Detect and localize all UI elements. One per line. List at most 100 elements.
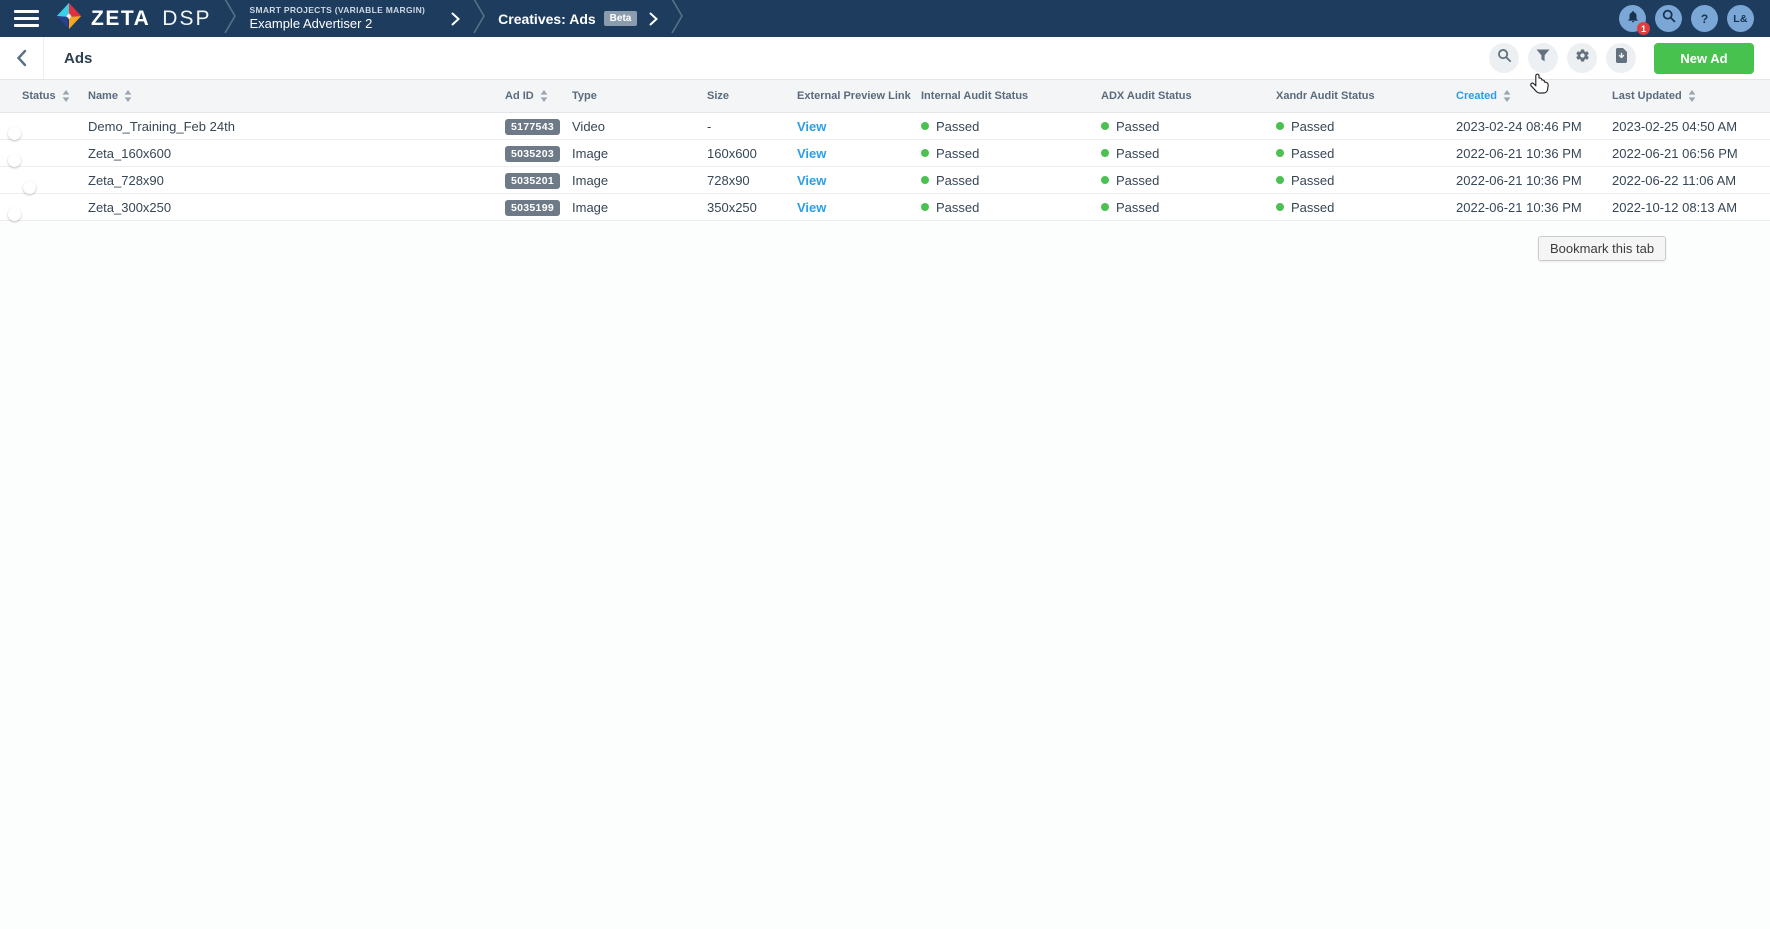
column-header-internal-audit-status: Internal Audit Status	[921, 90, 1101, 102]
column-header-adx-audit-status: ADX Audit Status	[1101, 90, 1276, 102]
search-icon	[1497, 48, 1512, 68]
section-chevron-right-icon[interactable]	[649, 12, 658, 26]
column-header-last-updated[interactable]: Last Updated	[1612, 90, 1770, 102]
breadcrumb-section[interactable]: Creatives: Ads Beta	[498, 11, 658, 27]
last-updated-date: 2022-10-12 08:13 AM	[1612, 200, 1770, 215]
adx-audit-status: Passed	[1101, 146, 1276, 161]
sort-icon	[124, 90, 132, 102]
user-avatar[interactable]: L&	[1727, 5, 1754, 32]
breadcrumb-project-label: SMART PROJECTS (VARIABLE MARGIN)	[249, 5, 425, 16]
table-body: Demo_Training_Feb 24th 5177543 Video - V…	[0, 113, 1770, 221]
table-row[interactable]: Zeta_300x250 5035199 Image 350x250 View …	[0, 194, 1770, 221]
last-updated-date: 2023-02-25 04:50 AM	[1612, 119, 1770, 134]
ad-type: Image	[572, 200, 707, 215]
page-toolbar: Ads New Ad	[0, 37, 1770, 80]
chevron-left-icon	[16, 49, 27, 67]
ad-size: 350x250	[707, 200, 797, 215]
status-dot-icon	[921, 203, 929, 211]
breadcrumb-advertiser[interactable]: SMART PROJECTS (VARIABLE MARGIN) Example…	[249, 5, 425, 32]
gear-icon	[1575, 48, 1590, 68]
notifications-button[interactable]: 1	[1619, 5, 1646, 32]
zeta-dsp-logo[interactable]: ZETA DSP	[54, 1, 211, 36]
hamburger-menu-icon[interactable]	[10, 0, 46, 37]
new-ad-button[interactable]: New Ad	[1654, 43, 1754, 74]
breadcrumb-separator-icon	[223, 0, 237, 39]
column-header-created[interactable]: Created	[1456, 90, 1612, 102]
ad-id-badge: 5035201	[505, 173, 560, 189]
ad-size: 728x90	[707, 173, 797, 188]
table-header-row: Status Name Ad ID Type Size External Pre…	[0, 80, 1770, 113]
column-header-size: Size	[707, 90, 797, 102]
status-dot-icon	[921, 122, 929, 130]
ad-size: 160x600	[707, 146, 797, 161]
filter-funnel-icon	[1536, 49, 1550, 67]
column-header-external-preview-link: External Preview Link	[797, 90, 921, 102]
breadcrumb-separator-icon	[472, 0, 486, 39]
table-row[interactable]: Zeta_728x90 5035201 Image 728x90 View Pa…	[0, 167, 1770, 194]
xandr-audit-status: Passed	[1276, 119, 1456, 134]
settings-button[interactable]	[1567, 43, 1597, 73]
brand-name-secondary: DSP	[162, 7, 211, 31]
ad-type: Image	[572, 146, 707, 161]
last-updated-date: 2022-06-21 06:56 PM	[1612, 146, 1770, 161]
adx-audit-status: Passed	[1101, 173, 1276, 188]
column-header-type: Type	[572, 90, 707, 102]
column-header-status[interactable]: Status	[22, 90, 88, 102]
breadcrumb-separator-icon	[670, 0, 684, 39]
table-search-button[interactable]	[1489, 43, 1519, 73]
adx-audit-status: Passed	[1101, 200, 1276, 215]
xandr-audit-status: Passed	[1276, 200, 1456, 215]
ad-id-badge: 5035203	[505, 146, 560, 162]
breadcrumb-section-title: Creatives: Ads	[498, 11, 596, 27]
filter-button[interactable]	[1528, 43, 1558, 73]
internal-audit-status: Passed	[921, 173, 1101, 188]
status-dot-icon	[1276, 122, 1284, 130]
export-button[interactable]	[1606, 43, 1636, 73]
external-preview-view-link[interactable]: View	[797, 146, 826, 161]
internal-audit-status: Passed	[921, 119, 1101, 134]
external-preview-view-link[interactable]: View	[797, 119, 826, 134]
created-date: 2022-06-21 10:36 PM	[1456, 173, 1612, 188]
beta-badge: Beta	[604, 11, 638, 26]
table-row[interactable]: Demo_Training_Feb 24th 5177543 Video - V…	[0, 113, 1770, 140]
ad-name[interactable]: Zeta_160x600	[88, 146, 505, 161]
created-date: 2022-06-21 10:36 PM	[1456, 146, 1612, 161]
external-preview-view-link[interactable]: View	[797, 173, 826, 188]
page-title: Ads	[64, 50, 92, 67]
help-button[interactable]: ?	[1691, 5, 1718, 32]
status-dot-icon	[921, 149, 929, 157]
zeta-diamond-logo-icon	[54, 1, 84, 36]
ad-type: Video	[572, 119, 707, 134]
created-date: 2022-06-21 10:36 PM	[1456, 200, 1612, 215]
external-preview-view-link[interactable]: View	[797, 200, 826, 215]
sort-icon	[1688, 90, 1696, 102]
top-navbar: ZETA DSP SMART PROJECTS (VARIABLE MARGIN…	[0, 0, 1770, 37]
advertiser-chevron-right-icon[interactable]	[451, 12, 460, 26]
status-dot-icon	[1101, 203, 1109, 211]
status-dot-icon	[921, 176, 929, 184]
created-date: 2023-02-24 08:46 PM	[1456, 119, 1612, 134]
ad-id-badge: 5035199	[505, 200, 560, 216]
notification-count-badge: 1	[1637, 22, 1650, 35]
ad-id-badge: 5177543	[505, 119, 560, 135]
sort-icon	[62, 90, 70, 102]
xandr-audit-status: Passed	[1276, 173, 1456, 188]
status-dot-icon	[1101, 176, 1109, 184]
ad-name[interactable]: Zeta_300x250	[88, 200, 505, 215]
global-search-button[interactable]	[1655, 5, 1682, 32]
table-row[interactable]: Zeta_160x600 5035203 Image 160x600 View …	[0, 140, 1770, 167]
status-dot-icon	[1101, 122, 1109, 130]
question-mark-icon: ?	[1701, 12, 1708, 26]
xandr-audit-status: Passed	[1276, 146, 1456, 161]
ad-name[interactable]: Zeta_728x90	[88, 173, 505, 188]
ad-size: -	[707, 119, 797, 134]
status-dot-icon	[1276, 149, 1284, 157]
ad-name[interactable]: Demo_Training_Feb 24th	[88, 119, 505, 134]
ad-type: Image	[572, 173, 707, 188]
column-header-name[interactable]: Name	[88, 90, 505, 102]
search-icon	[1662, 9, 1676, 28]
back-button[interactable]	[0, 37, 44, 79]
breadcrumb-advertiser-name: Example Advertiser 2	[249, 16, 425, 32]
adx-audit-status: Passed	[1101, 119, 1276, 134]
column-header-ad-id[interactable]: Ad ID	[505, 90, 572, 102]
